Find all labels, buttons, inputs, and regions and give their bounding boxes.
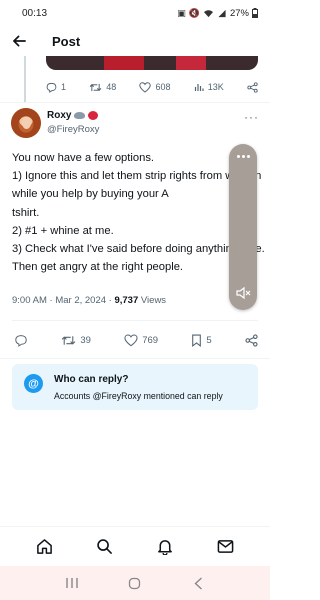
prev-reply-count: 1 — [61, 82, 67, 92]
prev-like-button[interactable]: 608 — [139, 81, 171, 93]
system-navigation-bar — [0, 566, 270, 600]
heart-icon — [139, 81, 152, 93]
reply-restriction-banner: @ Who can reply? Accounts @FireyRoxy men… — [12, 364, 258, 410]
share-icon — [247, 81, 258, 93]
tweet-actions: 39 769 5 — [14, 331, 258, 349]
nav-search-button[interactable] — [90, 531, 120, 561]
retweet-button[interactable]: 39 — [61, 334, 91, 347]
home-button[interactable] — [120, 571, 150, 595]
reply-restriction-title: Who can reply? — [54, 374, 129, 385]
reply-icon — [46, 82, 57, 93]
nav-home-button[interactable] — [29, 531, 59, 561]
home-icon — [36, 538, 52, 554]
heart-icon — [124, 333, 138, 346]
status-time: 00:13 — [22, 7, 48, 19]
divider — [12, 320, 258, 321]
signal-icon — [218, 9, 226, 17]
status-icons: ▣ 🔇 27% — [177, 8, 258, 19]
rat-emoji — [74, 112, 86, 119]
reply-restriction-description: Accounts @FireyRoxy mentioned can reply — [54, 391, 223, 401]
retweet-count: 39 — [80, 334, 91, 346]
tweet-views-count: 9,737 — [114, 295, 139, 306]
top-app-bar: Post — [0, 26, 270, 56]
retweet-icon — [89, 83, 102, 91]
author-block[interactable]: Roxy @FireyRoxy — [47, 110, 99, 135]
avatar[interactable] — [11, 108, 41, 138]
notifications-icon — [158, 539, 173, 555]
battery-icon — [252, 8, 258, 18]
prev-views-count: 13K — [207, 82, 224, 92]
tomato-emoji — [88, 111, 99, 120]
previous-tweet-media[interactable] — [46, 56, 258, 70]
bookmark-button[interactable]: 5 — [191, 334, 212, 347]
nav-notifications-button[interactable] — [150, 531, 180, 561]
author-name: Roxy — [47, 110, 72, 121]
thread-line — [24, 56, 26, 102]
author-name-row: Roxy — [47, 110, 99, 121]
recents-icon — [65, 578, 78, 588]
tweet-meta: 9:00 AM · Mar 2, 2024 · 9,737 Views — [12, 295, 167, 306]
nav-messages-button[interactable] — [211, 531, 241, 561]
search-icon — [97, 538, 113, 554]
divider — [0, 102, 270, 103]
tweet-date[interactable]: Mar 2, 2024 — [55, 295, 106, 306]
floating-video-player[interactable] — [229, 144, 257, 310]
bottom-navigation — [0, 527, 270, 565]
mute-icon: 🔇 — [188, 7, 200, 18]
views-icon — [194, 84, 204, 91]
home-circle-icon — [129, 577, 141, 589]
page-title: Post — [52, 33, 81, 49]
prev-like-count: 608 — [155, 82, 171, 92]
mention-icon: @ — [24, 374, 43, 393]
previous-tweet-actions: 1 48 608 13K — [46, 78, 258, 96]
bookmark-icon — [192, 334, 202, 347]
like-button[interactable]: 769 — [124, 333, 159, 347]
back-button-system[interactable] — [183, 571, 213, 595]
prev-reply-button[interactable]: 1 — [46, 82, 66, 93]
chevron-left-icon — [194, 576, 202, 590]
divider — [0, 358, 270, 359]
battery-level: 27% — [229, 7, 249, 19]
author-handle: @FireyRoxy — [47, 124, 100, 135]
reply-icon — [15, 334, 27, 347]
tweet-time[interactable]: 9:00 AM — [12, 295, 47, 306]
more-options-icon[interactable]: ··· — [244, 110, 259, 124]
wifi-icon — [203, 9, 213, 17]
prev-retweet-button[interactable]: 48 — [89, 82, 116, 93]
back-arrow-icon — [12, 35, 26, 47]
prev-views-button[interactable]: 13K — [194, 82, 224, 92]
share-icon — [245, 333, 258, 347]
recent-apps-button[interactable] — [57, 571, 87, 595]
share-button[interactable] — [245, 333, 258, 347]
bookmark-count: 5 — [206, 334, 212, 346]
status-bar: 00:13 ▣ 🔇 27% — [0, 0, 270, 26]
back-button[interactable] — [2, 26, 36, 56]
prev-retweet-count: 48 — [106, 82, 117, 92]
like-count: 769 — [142, 334, 159, 346]
tweet-views-label: Views — [140, 295, 167, 306]
video-mute-icon[interactable] — [234, 284, 252, 302]
retweet-icon — [62, 335, 76, 345]
video-menu-icon[interactable] — [233, 149, 253, 163]
reply-button[interactable] — [14, 334, 28, 347]
messages-icon — [217, 539, 234, 553]
prev-share-button[interactable] — [247, 81, 258, 93]
nfc-icon: ▣ — [177, 7, 186, 18]
